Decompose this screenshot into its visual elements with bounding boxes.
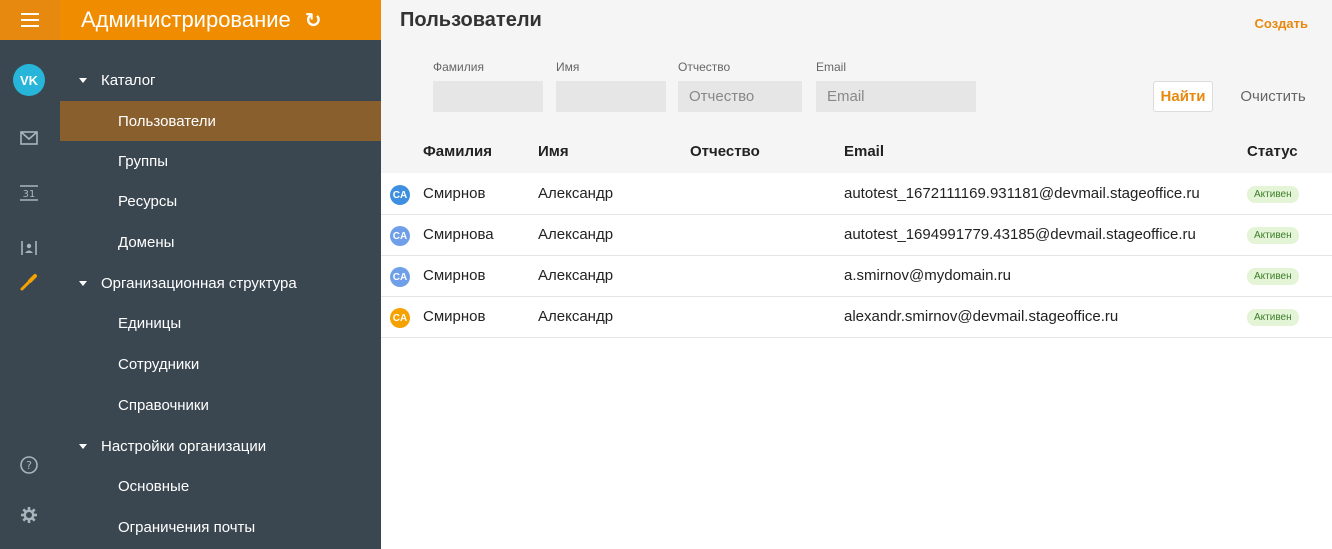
calendar-icon[interactable]: 31	[18, 182, 40, 204]
column-header-lastname[interactable]: Фамилия	[423, 143, 492, 160]
main-content: Пользователи Создать Фамилия Имя Отчеств…	[381, 0, 1332, 549]
cell-lastname: Смирнов	[423, 308, 486, 325]
contacts-icon[interactable]	[18, 237, 40, 259]
nav-section-org-structure[interactable]: Организационная структура	[60, 263, 381, 303]
email-filter-label: Email	[816, 60, 847, 74]
sidebar-item-units[interactable]: Единицы	[60, 303, 381, 343]
nav-section-label: Каталог	[101, 71, 156, 89]
clear-button[interactable]: Очистить	[1233, 81, 1313, 112]
cell-email: autotest_1672111169.931181@devmail.stage…	[844, 185, 1200, 202]
lastname-filter-label: Фамилия	[433, 60, 484, 74]
sidebar-item-employees[interactable]: Сотрудники	[60, 344, 381, 384]
sidebar-item-label: Ресурсы	[118, 192, 178, 210]
lastname-filter-input[interactable]	[433, 81, 543, 112]
sidebar-item-label: Единицы	[118, 314, 182, 332]
svg-text:?: ?	[26, 459, 32, 472]
user-avatar[interactable]: VK	[13, 64, 45, 96]
page-title: Пользователи	[400, 9, 542, 31]
firstname-filter-input[interactable]	[556, 81, 666, 112]
refresh-icon[interactable]: ↻	[305, 8, 322, 33]
sidebar-item-domains[interactable]: Домены	[60, 222, 381, 262]
cell-firstname: Александр	[538, 226, 614, 243]
sidebar-header: Администрирование ↻	[60, 0, 381, 40]
firstname-filter-label: Имя	[556, 60, 580, 74]
sidebar-item-label: Группы	[118, 152, 168, 170]
sidebar: Администрирование ↻ Каталог Пользователи…	[60, 0, 381, 549]
create-button[interactable]: Создать	[1255, 16, 1308, 31]
table-row[interactable]: CA Смирнов Александр autotest_1672111169…	[381, 174, 1332, 215]
cell-lastname: Смирнов	[423, 185, 486, 202]
mail-icon[interactable]	[18, 127, 40, 149]
user-initials-avatar: CA	[390, 226, 410, 246]
caret-down-icon	[79, 280, 87, 286]
column-header-middlename[interactable]: Отчество	[690, 143, 760, 160]
sidebar-item-directories[interactable]: Справочники	[60, 385, 381, 425]
sidebar-item-label: Основные	[118, 477, 190, 495]
status-badge: Активен	[1247, 227, 1299, 244]
sidebar-item-resources[interactable]: Ресурсы	[60, 181, 381, 221]
user-initials-avatar: CA	[390, 267, 410, 287]
status-badge: Активен	[1247, 268, 1299, 285]
cell-email: autotest_1694991779.43185@devmail.stageo…	[844, 226, 1196, 243]
user-initials-avatar: CA	[390, 308, 410, 328]
sidebar-title: Администрирование	[81, 7, 291, 32]
sidebar-item-general[interactable]: Основные	[60, 466, 381, 506]
nav-section-org-settings[interactable]: Настройки организации	[60, 426, 381, 466]
status-badge: Активен	[1247, 309, 1299, 326]
table-row[interactable]: CA Смирнова Александр autotest_169499177…	[381, 215, 1332, 256]
find-button[interactable]: Найти	[1153, 81, 1213, 112]
cell-firstname: Александр	[538, 185, 614, 202]
middlename-filter-input[interactable]	[678, 81, 802, 112]
cell-firstname: Александр	[538, 267, 614, 284]
user-initials-avatar: CA	[390, 185, 410, 205]
cell-email: a.smirnov@mydomain.ru	[844, 267, 1011, 284]
help-icon[interactable]: ?	[18, 454, 40, 476]
sidebar-item-label: Сотрудники	[118, 355, 200, 373]
cell-firstname: Александр	[538, 308, 614, 325]
nav-section-catalog[interactable]: Каталог	[60, 60, 381, 100]
column-header-status[interactable]: Статус	[1247, 143, 1298, 160]
menu-button[interactable]	[0, 0, 60, 40]
caret-down-icon	[79, 443, 87, 449]
sidebar-item-label: Пользователи	[118, 112, 216, 130]
wrench-icon[interactable]	[18, 271, 40, 293]
menu-icon	[21, 13, 39, 27]
cell-email: alexandr.smirnov@devmail.stageoffice.ru	[844, 308, 1119, 325]
status-badge: Активен	[1247, 186, 1299, 203]
sidebar-item-label: Домены	[118, 233, 175, 251]
nav-section-label: Организационная структура	[101, 274, 297, 292]
sidebar-item-label: Справочники	[118, 396, 209, 414]
column-header-email[interactable]: Email	[844, 143, 884, 160]
nav-section-label: Настройки организации	[101, 437, 267, 455]
middlename-filter-label: Отчество	[678, 60, 731, 74]
caret-down-icon	[79, 77, 87, 83]
cell-lastname: Смирнов	[423, 267, 486, 284]
calendar-day: 31	[23, 189, 36, 200]
table-row[interactable]: CA Смирнов Александр a.smirnov@mydomain.…	[381, 256, 1332, 297]
icon-rail: VK 31 ?	[0, 0, 60, 549]
table-row[interactable]: CA Смирнов Александр alexandr.smirnov@de…	[381, 297, 1332, 338]
sidebar-item-mail-limits[interactable]: Ограничения почты	[60, 507, 381, 547]
settings-gear-icon[interactable]	[18, 504, 40, 526]
column-header-firstname[interactable]: Имя	[538, 143, 569, 160]
sidebar-item-groups[interactable]: Группы	[60, 141, 381, 181]
sidebar-item-users[interactable]: Пользователи	[60, 101, 381, 141]
cell-lastname: Смирнова	[423, 226, 494, 243]
sidebar-item-label: Ограничения почты	[118, 518, 256, 536]
email-filter-input[interactable]	[816, 81, 976, 112]
